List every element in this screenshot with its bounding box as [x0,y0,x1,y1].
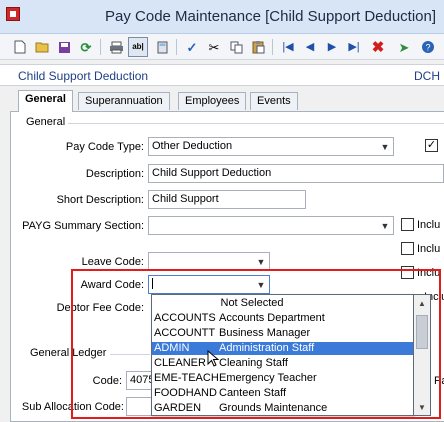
checkbox-checked[interactable]: ✓ [425,139,438,152]
paste-icon[interactable] [248,37,268,57]
award-code-label: Award Code: [80,279,144,291]
general-ledger-group-label: General Ledger [30,347,107,359]
copy-icon[interactable] [226,37,246,57]
description-field[interactable]: Child Support Deduction [148,164,444,183]
payg-summary-combo[interactable]: ▼ [148,216,394,235]
pay-code-type-label: Pay Code Type: [65,141,144,153]
award-code-combo[interactable]: ▼ [148,275,270,294]
last-record-icon[interactable]: ▶| [344,37,364,57]
scrollbar-thumb[interactable] [416,315,428,349]
mouse-cursor-icon [207,350,220,367]
app-icon [6,7,20,21]
leave-code-label: Leave Code: [81,256,144,268]
payg-summary-label: PAYG Summary Section: [22,220,144,232]
debtor-fee-code-label: Debtor Fee Code: [56,302,144,314]
next-record-icon[interactable]: ▶ [322,37,342,57]
include-label-3: Inclu [417,267,441,279]
cut-icon[interactable]: ✂ [204,37,224,57]
dropdown-item[interactable]: EME-TEACH Emergency Teacher [152,372,413,385]
record-name: Child Support Deduction [18,69,149,83]
tab-events[interactable]: Events [250,92,298,110]
dropdown-item[interactable]: FOODHAND Canteen Staff [152,387,413,400]
text-view-icon[interactable]: ab| [128,37,148,57]
dropdown-item[interactable]: CLEANER Cleaning Staff [152,357,413,370]
pa-label: Pa [434,375,444,387]
record-code: DCH [414,69,440,83]
pay-code-type-value: Other Deduction [152,140,233,152]
delete-icon[interactable]: ✖ [368,37,388,57]
refresh-icon[interactable]: ⟳ [76,37,96,57]
dropdown-item-selected[interactable]: ADMIN Administration Staff [152,342,413,355]
tab-employees[interactable]: Employees [178,92,247,110]
include-label-1: Inclu [417,219,441,231]
calculator-icon[interactable] [152,37,172,57]
description-label: Description: [85,168,144,180]
dropdown-item[interactable]: ACCOUNTS Accounts Department [152,312,413,325]
sub-allocation-label: Sub Allocation Code: [21,401,124,413]
chevron-down-icon[interactable]: ▼ [255,278,267,291]
svg-text:?: ? [425,43,430,53]
tab-general[interactable]: General [18,90,73,112]
pin-icon[interactable]: ➤ [394,37,414,57]
scroll-up-icon[interactable]: ▲ [416,297,428,309]
pay-code-type-combo[interactable]: Other Deduction ▼ [148,137,394,156]
title-bar: Pay Code Maintenance [Child Support Dedu… [0,0,444,34]
ledger-code-label: Code: [92,375,122,387]
open-folder-icon[interactable] [32,37,52,57]
short-description-field[interactable]: Child Support [148,190,306,209]
new-document-icon[interactable] [10,37,30,57]
save-icon[interactable] [54,37,74,57]
scroll-down-icon[interactable]: ▼ [416,401,428,413]
help-icon[interactable]: ? [418,37,438,57]
check-icon[interactable]: ✓ [182,37,202,57]
dropdown-item[interactable]: GARDEN Grounds Maintenance [152,402,413,415]
award-code-dropdown-list[interactable]: Not Selected ACCOUNTS Accounts Departmen… [151,294,414,416]
chevron-down-icon[interactable]: ▼ [379,140,391,153]
dropdown-scrollbar[interactable]: ▲ ▼ [414,294,431,416]
checkbox-include-3[interactable] [401,266,414,279]
window-title: Pay Code Maintenance [Child Support Dedu… [105,8,437,25]
tab-superannuation[interactable]: Superannuation [78,92,170,110]
short-description-label: Short Description: [56,194,144,206]
toolbar: ⟳ ab| ✓ ✂ |◀ ◀ ▶ ▶| ✖ ➤ ? [0,34,444,60]
checkbox-include-2[interactable] [401,242,414,255]
record-header: Child Support Deduction DCH [0,64,444,86]
general-group-label: General [26,116,66,128]
print-icon[interactable] [106,37,126,57]
dropdown-item[interactable]: ACCOUNTT Business Manager [152,327,413,340]
chevron-down-icon[interactable]: ▼ [255,255,267,268]
chevron-down-icon[interactable]: ▼ [379,219,391,232]
previous-record-icon[interactable]: ◀ [300,37,320,57]
dropdown-item-not-selected[interactable]: Not Selected [152,297,413,310]
checkbox-include-1[interactable] [401,218,414,231]
include-label-2: Inclu [417,243,441,255]
first-record-icon[interactable]: |◀ [278,37,298,57]
leave-code-combo[interactable]: ▼ [148,252,270,271]
